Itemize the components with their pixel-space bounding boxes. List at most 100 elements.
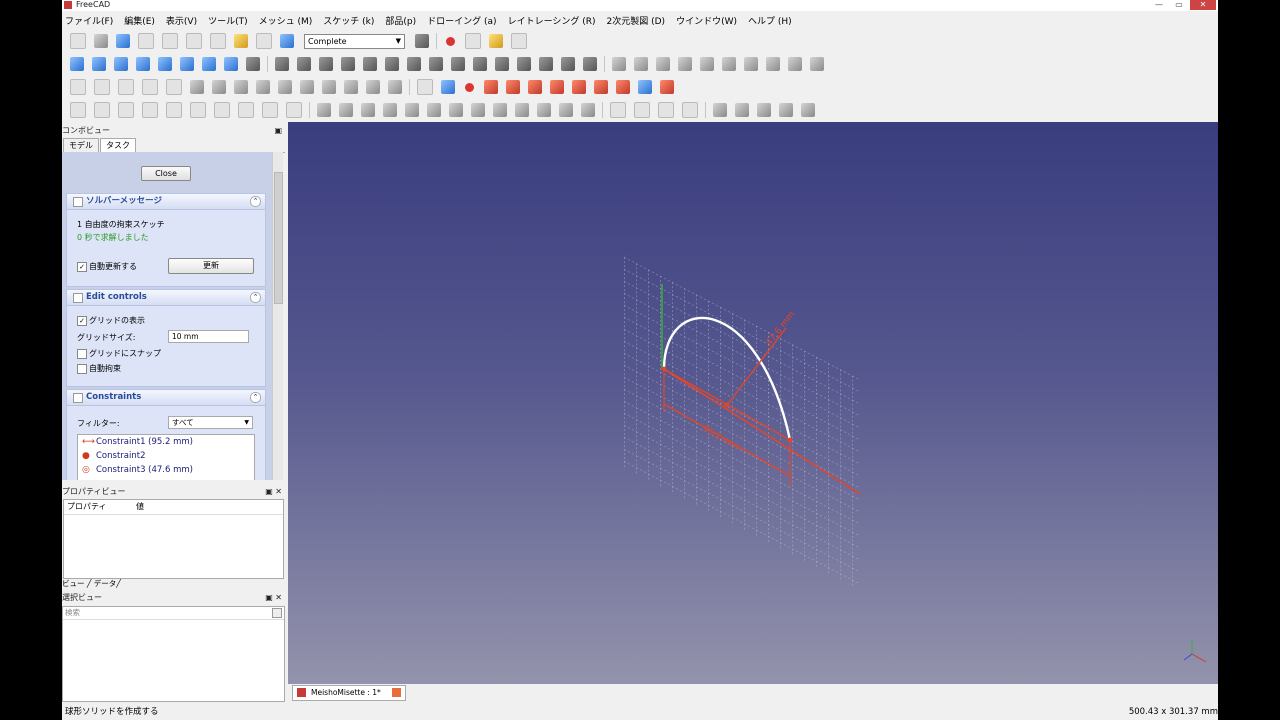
angle-constraint-icon[interactable]: [583, 57, 597, 71]
draft-add-point-icon[interactable]: [515, 103, 529, 117]
draft-del-point-icon[interactable]: [537, 103, 551, 117]
section-icon[interactable]: [278, 80, 292, 94]
minimize-button[interactable]: —: [1150, 0, 1168, 10]
menu-sketch[interactable]: スケッチ (k): [323, 14, 374, 27]
redo-icon[interactable]: [256, 33, 272, 49]
center-point[interactable]: [724, 402, 730, 408]
scrollbar-thumb[interactable]: [274, 172, 283, 304]
vertical-distance-icon[interactable]: [517, 57, 531, 71]
fit-all-icon[interactable]: [70, 57, 84, 71]
copy-icon[interactable]: [186, 33, 202, 49]
draft-trimex-icon[interactable]: [383, 103, 397, 117]
mesh-icon-8[interactable]: [766, 57, 780, 71]
arc-endpoint[interactable]: [787, 437, 793, 443]
workbench-selector[interactable]: Complete ▼: [304, 33, 405, 49]
front-view-icon[interactable]: [114, 57, 128, 71]
menu-part[interactable]: 部品(p): [385, 14, 416, 27]
draft-wire-to-bspline-icon[interactable]: [493, 103, 507, 117]
cone-icon[interactable]: [142, 79, 158, 95]
property-view-tabs[interactable]: ビュー ╱ データ╱: [62, 578, 121, 589]
value-column-header[interactable]: 値: [136, 500, 144, 514]
menu-file[interactable]: ファイル(F): [65, 14, 113, 27]
mirror-icon[interactable]: [344, 80, 358, 94]
property-column-header[interactable]: プロパティ: [67, 500, 107, 514]
close-window-button[interactable]: ✕: [1190, 0, 1216, 10]
macro-record-icon[interactable]: [446, 36, 455, 46]
float-icon[interactable]: ▣: [274, 125, 282, 137]
draft-scale-icon[interactable]: [449, 103, 463, 117]
bottom-view-icon[interactable]: [202, 57, 216, 71]
cut-icon[interactable]: [162, 33, 178, 49]
radius-constraint-icon[interactable]: [561, 57, 575, 71]
mesh-icon-6[interactable]: [722, 57, 736, 71]
vertical-constraint-icon[interactable]: [319, 57, 333, 71]
draft-text-icon[interactable]: [238, 102, 254, 118]
draft-line-icon[interactable]: [70, 102, 86, 118]
sketch-rectangle-icon[interactable]: [572, 80, 586, 94]
cylinder-icon[interactable]: [94, 79, 110, 95]
3d-viewport[interactable]: 95.2 mm 47.6 mm: [288, 122, 1218, 684]
undo-icon[interactable]: [234, 34, 248, 48]
lock-constraint-icon[interactable]: [473, 57, 487, 71]
leave-sketch-icon[interactable]: [441, 80, 455, 94]
draft-offset-icon[interactable]: [361, 103, 375, 117]
common-icon[interactable]: [256, 80, 270, 94]
menu-view[interactable]: 表示(V): [166, 14, 197, 27]
float-close-icons[interactable]: ▣ ✕: [265, 592, 282, 604]
constraints-header[interactable]: Constraints ⌃: [67, 390, 265, 406]
clear-search-icon[interactable]: [272, 608, 282, 618]
sketch-canvas[interactable]: 95.2 mm 47.6 mm: [288, 122, 1218, 684]
draft-downgrade-icon[interactable]: [427, 103, 441, 117]
draft-polygon-icon[interactable]: [190, 102, 206, 118]
fillet-icon[interactable]: [297, 57, 311, 71]
open-file-icon[interactable]: [94, 34, 108, 48]
rear-view-icon[interactable]: [180, 57, 194, 71]
tab-model[interactable]: モデル: [63, 138, 99, 153]
fillet-solid-icon[interactable]: [366, 80, 380, 94]
tab-task[interactable]: タスク: [100, 138, 136, 153]
drawing-a3-icon[interactable]: [634, 102, 650, 118]
menu-edit[interactable]: 編集(E): [124, 14, 155, 27]
auto-constraint-checkbox[interactable]: [77, 364, 87, 374]
raytracing-icon-5[interactable]: [801, 103, 815, 117]
menu-help[interactable]: ヘルプ (H): [748, 14, 792, 27]
menu-drawing[interactable]: ドローイング (a): [427, 14, 496, 27]
menu-raytracing[interactable]: レイトレーシング (R): [508, 14, 596, 27]
sketch-line-icon[interactable]: [528, 80, 542, 94]
collapse-icon[interactable]: ⌃: [250, 392, 261, 403]
edit-controls-header[interactable]: Edit controls ⌃: [67, 290, 265, 306]
point-icon[interactable]: [275, 57, 289, 71]
new-file-icon[interactable]: [70, 33, 86, 49]
sketch-point-icon[interactable]: [465, 82, 474, 92]
mesh-icon-9[interactable]: [788, 57, 802, 71]
extrude-icon[interactable]: [300, 80, 314, 94]
snap-to-grid-checkbox[interactable]: [77, 349, 87, 359]
mesh-icon-1[interactable]: [612, 57, 626, 71]
close-icon[interactable]: [391, 688, 401, 697]
solver-messages-header[interactable]: ソルバーメッセージ ⌃: [67, 194, 265, 210]
raytracing-icon-3[interactable]: [757, 103, 771, 117]
draft-bspline-icon[interactable]: [214, 102, 230, 118]
float-close-icons[interactable]: ▣ ✕: [265, 486, 282, 498]
mesh-icon-7[interactable]: [744, 57, 758, 71]
sketch-polyline-icon[interactable]: [484, 80, 498, 94]
task-panel-scrollbar[interactable]: [272, 152, 283, 480]
horizontal-constraint-icon[interactable]: [341, 57, 355, 71]
boolean-icon[interactable]: [190, 80, 204, 94]
draft-upgrade-icon[interactable]: [405, 103, 419, 117]
paste-icon[interactable]: [210, 33, 226, 49]
draft-circle-icon[interactable]: [118, 102, 134, 118]
drawing-view-icon[interactable]: [658, 102, 674, 118]
refresh-icon[interactable]: [280, 34, 294, 48]
measure-icon[interactable]: [246, 57, 260, 71]
drawing-page-icon[interactable]: [610, 102, 626, 118]
sketch-fillet-icon[interactable]: [594, 80, 608, 94]
sketch-external-icon[interactable]: [638, 80, 652, 94]
macro-stop-icon[interactable]: [465, 33, 481, 49]
axo-view-icon[interactable]: [92, 57, 106, 71]
draft-move-icon[interactable]: [317, 103, 331, 117]
menu-mesh[interactable]: メッシュ (M): [259, 14, 313, 27]
draft-shape2dview-icon[interactable]: [559, 103, 573, 117]
draft-wire-icon[interactable]: [94, 102, 110, 118]
mesh-icon-3[interactable]: [656, 57, 670, 71]
